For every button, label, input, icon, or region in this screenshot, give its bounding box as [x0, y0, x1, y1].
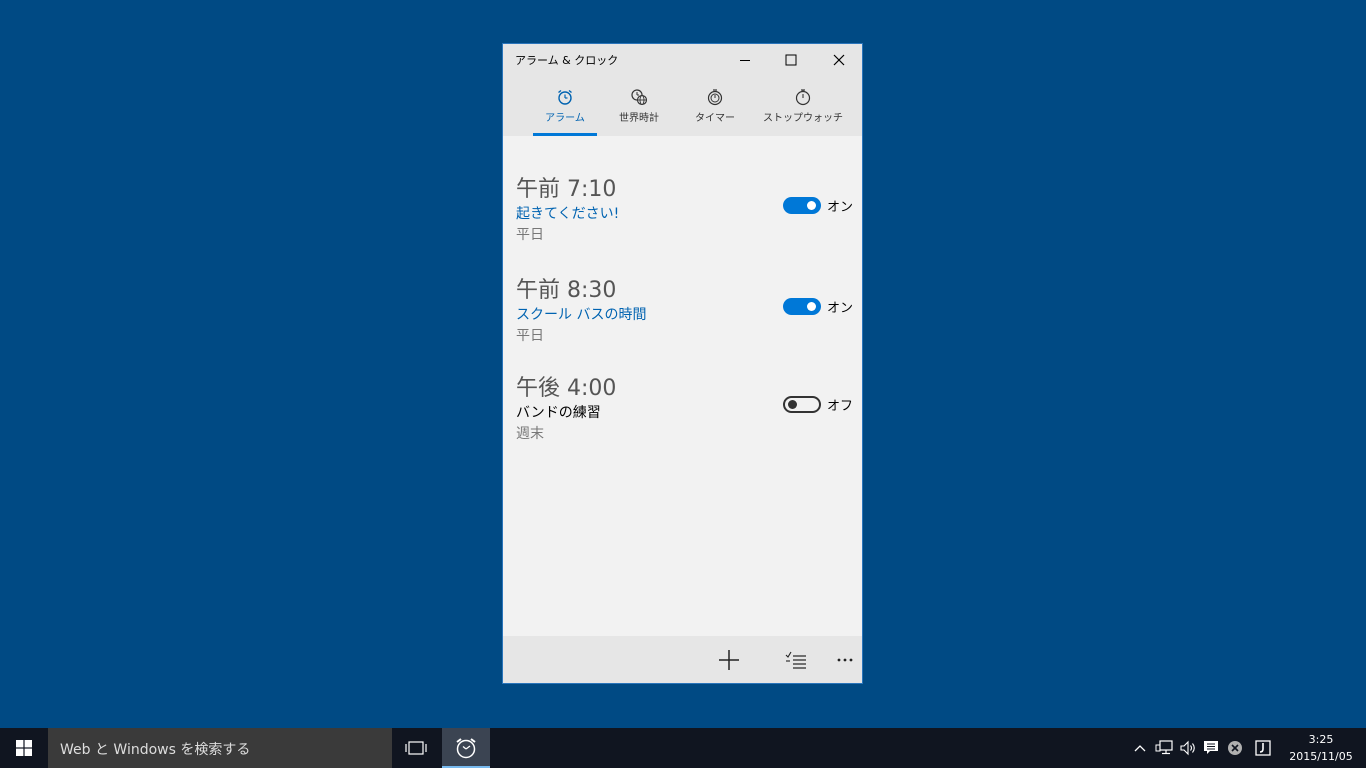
- alarm-clock-icon: [456, 738, 476, 759]
- close-icon: [833, 54, 845, 66]
- tab-timer[interactable]: タイマー: [683, 76, 747, 136]
- alarm-time: 午前 7:10: [516, 177, 617, 202]
- close-button[interactable]: [816, 44, 862, 76]
- status-button[interactable]: [1224, 728, 1246, 768]
- tab-bar: アラーム 世界時計 タイマー ストップウォッチ: [503, 76, 862, 136]
- window-title: アラーム & クロック: [515, 54, 619, 67]
- clock-time: 3:25: [1308, 733, 1334, 746]
- search-placeholder: Web と Windows を検索する: [60, 742, 251, 758]
- world-clock-icon: [630, 88, 648, 106]
- select-list-icon: [785, 651, 806, 669]
- alarms-clock-window: アラーム & クロック アラーム 世界時計 タイマー ストップウォッチ 午前 7…: [502, 43, 863, 684]
- show-hidden-icons-button[interactable]: [1130, 728, 1150, 768]
- toggle-knob: [807, 302, 816, 311]
- toggle-state-label: オン: [827, 301, 854, 316]
- alarm-toggle[interactable]: [783, 298, 821, 315]
- taskbar: Web と Windows を検索する 3:25 2015/11/05: [0, 728, 1366, 768]
- clock-date: 2015/11/05: [1289, 750, 1353, 763]
- more-icon: [837, 658, 853, 661]
- taskbar-app-alarms[interactable]: [442, 728, 490, 768]
- tab-label: タイマー: [695, 113, 735, 124]
- windows-logo-icon: [16, 740, 32, 756]
- network-button[interactable]: [1152, 728, 1176, 768]
- alarm-toggle[interactable]: [783, 197, 821, 214]
- minimize-button[interactable]: [722, 44, 768, 76]
- alarm-days: 平日: [516, 227, 544, 243]
- alarm-name: 起きてください!: [516, 206, 620, 222]
- tab-label: アラーム: [545, 113, 585, 124]
- select-alarms-button[interactable]: [774, 636, 818, 683]
- toggle-knob: [807, 201, 816, 210]
- ime-icon: [1255, 740, 1271, 756]
- maximize-icon: [785, 54, 797, 66]
- alarm-item[interactable]: 午後 4:00 バンドの練習 週末 オフ: [503, 370, 862, 466]
- toggle-state-label: オン: [827, 200, 854, 215]
- speaker-icon: [1180, 740, 1195, 756]
- volume-button[interactable]: [1177, 728, 1199, 768]
- tab-alarm[interactable]: アラーム: [533, 76, 597, 136]
- toggle-knob: [788, 400, 797, 409]
- command-bar: [503, 636, 862, 683]
- alarm-time: 午後 4:00: [516, 376, 617, 401]
- alarm-item[interactable]: 午前 8:30 スクール バスの時間 平日 オン: [503, 272, 862, 368]
- network-icon: [1155, 740, 1173, 755]
- alarm-toggle[interactable]: [783, 396, 821, 413]
- task-view-button[interactable]: [392, 728, 440, 768]
- alarm-item[interactable]: 午前 7:10 起きてください! 平日 オン: [503, 171, 862, 267]
- add-icon: [719, 649, 739, 670]
- alarm-clock-icon: [556, 88, 574, 106]
- title-bar[interactable]: アラーム & クロック: [503, 44, 862, 76]
- notification-icon: [1204, 741, 1218, 754]
- stopwatch-icon: [794, 88, 812, 106]
- tab-stopwatch[interactable]: ストップウォッチ: [763, 76, 843, 136]
- search-box[interactable]: Web と Windows を検索する: [48, 728, 392, 768]
- minimize-icon: [740, 60, 750, 61]
- close-circle-icon: [1228, 741, 1242, 755]
- task-view-icon: [405, 741, 427, 755]
- tab-world-clock[interactable]: 世界時計: [607, 76, 671, 136]
- active-tab-indicator: [533, 133, 597, 136]
- tab-label: 世界時計: [619, 113, 659, 124]
- alarm-days: 週末: [516, 426, 544, 442]
- alarm-days: 平日: [516, 328, 544, 344]
- more-button[interactable]: [825, 636, 865, 683]
- ime-button[interactable]: [1252, 728, 1274, 768]
- chevron-up-icon: [1134, 745, 1146, 752]
- start-button[interactable]: [0, 728, 48, 768]
- alarm-time: 午前 8:30: [516, 278, 617, 303]
- maximize-button[interactable]: [768, 44, 814, 76]
- alarm-name: スクール バスの時間: [516, 307, 647, 323]
- taskbar-clock[interactable]: 3:25 2015/11/05: [1282, 731, 1360, 765]
- new-alarm-button[interactable]: [707, 636, 751, 683]
- toggle-state-label: オフ: [827, 399, 854, 414]
- tab-label: ストップウォッチ: [763, 113, 843, 124]
- alarm-name: バンドの練習: [516, 405, 601, 421]
- action-center-button[interactable]: [1200, 728, 1222, 768]
- timer-icon: [706, 88, 724, 106]
